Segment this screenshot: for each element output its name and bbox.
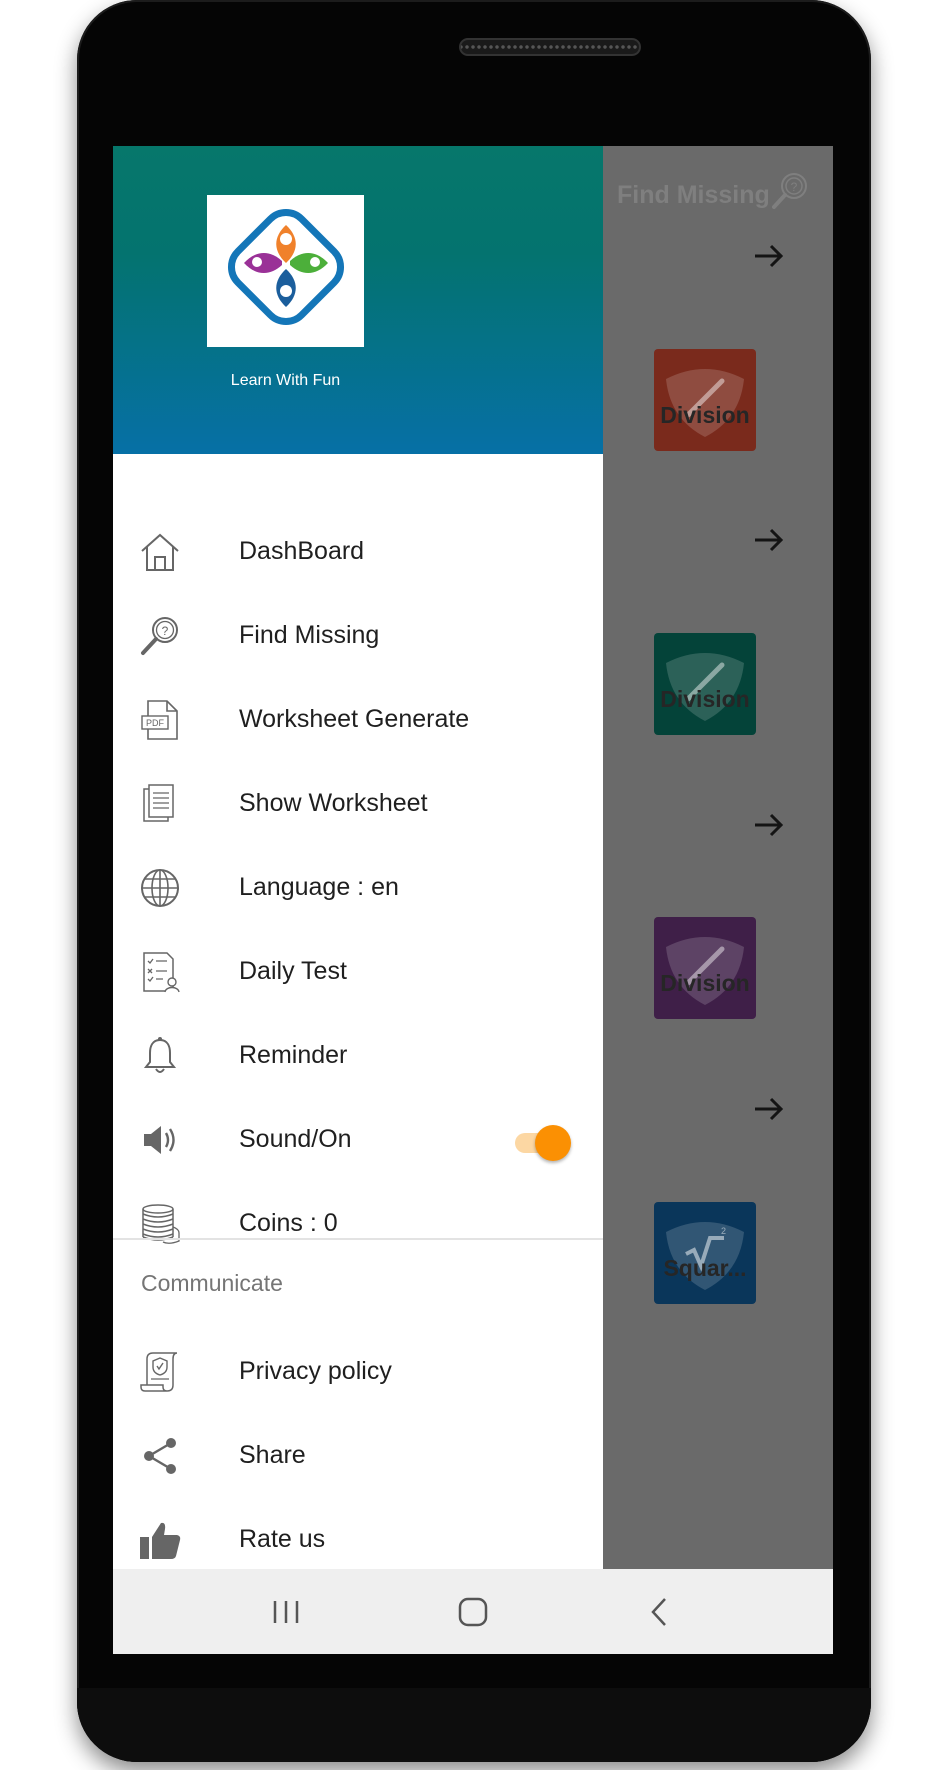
division-icon <box>666 937 744 1005</box>
operation-card-label: Division <box>660 686 750 712</box>
documents-icon <box>143 784 174 822</box>
navigation-drawer: Learn With Fun DashBoard ? Find Missing <box>113 146 603 1569</box>
menu-item-find-missing[interactable]: ? Find Missing <box>113 594 603 678</box>
menu-item-privacy-policy[interactable]: Privacy policy <box>113 1330 603 1414</box>
menu-item-daily-test[interactable]: Daily Test <box>113 930 603 1014</box>
arrow-right-icon[interactable] <box>751 525 787 555</box>
division-icon <box>666 653 744 721</box>
drawer-divider <box>113 1238 603 1240</box>
phone-chin <box>77 1688 871 1762</box>
operation-card-label: Division <box>660 402 750 428</box>
svg-text:?: ? <box>791 180 798 194</box>
menu-item-label: Language : en <box>239 873 399 901</box>
phone-speaker <box>459 38 641 56</box>
globe-icon <box>141 869 179 907</box>
arrow-right-icon[interactable] <box>751 1094 787 1124</box>
menu-item-label: Find Missing <box>239 621 380 649</box>
pdf-file-icon: PDF <box>141 700 178 740</box>
recent-apps-icon[interactable] <box>261 1587 311 1637</box>
bell-icon <box>143 1037 177 1073</box>
section-title-communicate: Communicate <box>141 1270 283 1296</box>
menu-item-label: Share <box>239 1441 306 1469</box>
menu-item-label: Rate us <box>239 1525 326 1553</box>
drawer-header: Learn With Fun <box>113 146 603 454</box>
magnifier-question-icon: ? <box>772 173 807 209</box>
back-button-icon[interactable] <box>635 1587 685 1637</box>
system-navigation-bar <box>113 1569 833 1654</box>
menu-item-sound[interactable]: Sound/On <box>113 1098 603 1182</box>
background-title: Find Missing <box>617 181 770 209</box>
svg-text:2: 2 <box>721 1226 726 1236</box>
arrow-right-icon[interactable] <box>751 241 787 271</box>
screen: Find Missing ? Division Division Divisio… <box>113 146 833 1654</box>
speaker-icon <box>144 1126 175 1154</box>
svg-text:PDF: PDF <box>146 718 165 728</box>
operation-card-label: Squar... <box>663 1255 747 1281</box>
menu-item-label: Sound/On <box>239 1125 352 1153</box>
division-icon <box>666 369 744 437</box>
menu-item-language[interactable]: Language : en <box>113 846 603 930</box>
operation-card[interactable] <box>654 633 756 735</box>
menu-item-label: DashBoard <box>239 537 365 565</box>
test-sheet-icon <box>143 952 180 993</box>
operation-card-label: Division <box>660 970 750 996</box>
magnifier-question-icon: ? <box>141 617 178 655</box>
menu-item-share[interactable]: Share <box>113 1414 603 1498</box>
arrow-right-icon[interactable] <box>751 810 787 840</box>
menu-item-reminder[interactable]: Reminder <box>113 1014 603 1098</box>
menu-item-label: Privacy policy <box>239 1357 392 1385</box>
menu-item-label: Reminder <box>239 1041 348 1069</box>
menu-item-worksheet-generate[interactable]: PDF Worksheet Generate <box>113 678 603 762</box>
menu-item-label: Coins : 0 <box>239 1209 338 1237</box>
square-root-icon: 2 <box>666 1222 744 1290</box>
thumbs-up-icon <box>140 1522 181 1559</box>
home-button-icon[interactable] <box>448 1587 498 1637</box>
menu-item-coins[interactable]: Coins : 0 <box>113 1182 603 1266</box>
menu-item-dashboard[interactable]: DashBoard <box>113 510 603 594</box>
operation-card[interactable] <box>654 917 756 1019</box>
menu-item-show-worksheet[interactable]: Show Worksheet <box>113 762 603 846</box>
share-icon <box>144 1438 176 1474</box>
menu-item-label: Show Worksheet <box>239 789 428 817</box>
menu-item-label: Daily Test <box>239 957 347 985</box>
home-icon <box>141 533 179 571</box>
sound-toggle[interactable] <box>511 1125 573 1161</box>
app-logo <box>207 195 364 347</box>
menu-item-label: Worksheet Generate <box>239 705 470 733</box>
toggle-thumb <box>535 1125 571 1161</box>
operation-card[interactable] <box>654 349 756 451</box>
privacy-scroll-icon <box>140 1352 178 1392</box>
operation-card[interactable]: 2 <box>654 1202 756 1304</box>
app-name: Learn With Fun <box>230 372 341 389</box>
svg-text:?: ? <box>162 624 169 638</box>
